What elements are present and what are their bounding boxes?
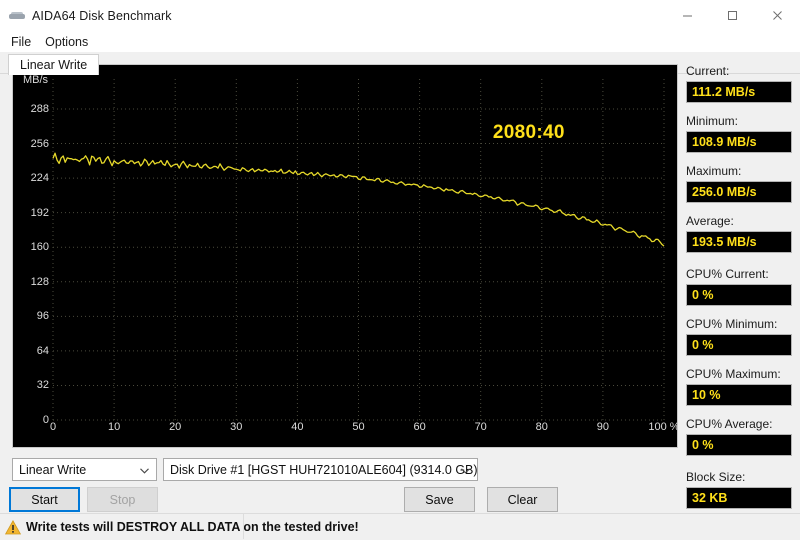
- menu-item-options[interactable]: Options: [42, 33, 95, 51]
- stat-label: CPU% Average:: [686, 417, 773, 431]
- chart-elapsed-timer: 2080:40: [492, 121, 565, 143]
- chart-x-tick: 30: [230, 421, 243, 433]
- stat-value: 10 %: [686, 384, 792, 406]
- window-title: AIDA64 Disk Benchmark: [32, 8, 172, 23]
- chart-x-tick: 0: [49, 421, 57, 433]
- warning-triangle-icon: [4, 519, 22, 535]
- stat-value: 0 %: [686, 434, 792, 456]
- disk-drive-icon: [9, 8, 25, 24]
- stat-label: CPU% Maximum:: [686, 367, 781, 381]
- chart-y-tick: 128: [30, 275, 49, 288]
- title-bar: AIDA64 Disk Benchmark: [0, 0, 800, 31]
- clear-button[interactable]: Clear: [487, 487, 558, 512]
- warning-status-bar: Write tests will DESTROY ALL DATA on the…: [0, 513, 800, 540]
- chart-x-tick: 70: [474, 421, 487, 433]
- chart-y-tick: 288: [30, 103, 49, 115]
- stat-label: CPU% Current:: [686, 267, 769, 281]
- minimize-icon[interactable]: [665, 0, 710, 31]
- stats-panel: Current: 111.2 MB/s Minimum: 108.9 MB/s Maxi…: [686, 64, 792, 520]
- save-button[interactable]: Save: [404, 487, 475, 512]
- chart-x-tick: 90: [596, 421, 610, 433]
- stat-value: 193.5 MB/s: [686, 231, 792, 253]
- stat-label: Average:: [686, 214, 734, 228]
- chart-x-tick: 40: [291, 421, 304, 433]
- stat-label: Block Size:: [686, 470, 746, 484]
- stat-block: Maximum: 256.0 MB/s: [686, 164, 792, 203]
- drive-value: Disk Drive #1 [HGST HUH721010ALE604] (93…: [170, 462, 478, 477]
- stat-block: CPU% Average: 0 %: [686, 417, 792, 456]
- test-mode-select[interactable]: Linear Write: [12, 458, 157, 481]
- chart-x-tick: 100 %: [648, 421, 678, 433]
- chart-y-tick: 224: [30, 172, 49, 185]
- stop-button: Stop: [87, 487, 158, 512]
- stat-block: Average: 193.5 MB/s: [686, 214, 792, 253]
- chart-y-tick: 64: [36, 344, 49, 357]
- stat-block: CPU% Minimum: 0 %: [686, 317, 792, 356]
- main-content: MB/s 0 32 64 96 128 160 192 224 256 288 0 10 20 30 40…: [0, 64, 800, 539]
- chart-y-tick: 192: [30, 206, 49, 219]
- stat-value: 111.2 MB/s: [686, 81, 792, 103]
- stat-value: 32 KB: [686, 487, 792, 509]
- chart-x-tick: 50: [352, 421, 365, 433]
- chart-x-tick: 10: [107, 421, 121, 433]
- chart-x-tick: 20: [169, 421, 182, 433]
- test-mode-value: Linear Write: [19, 462, 87, 477]
- tab-linear-write[interactable]: Linear Write: [8, 54, 100, 75]
- chevron-down-icon: [461, 463, 470, 477]
- stat-value: 256.0 MB/s: [686, 181, 792, 203]
- chart-y-tick: 0: [42, 414, 49, 426]
- stat-block: CPU% Current: 0 %: [686, 267, 792, 306]
- stat-label: Current:: [686, 64, 730, 78]
- status-bar-separator: [243, 514, 244, 539]
- chart-x-tick: 60: [413, 421, 426, 433]
- stat-block: Current: 111.2 MB/s: [686, 64, 792, 103]
- warning-message: Write tests will DESTROY ALL DATA on the…: [26, 520, 359, 534]
- menu-item-file[interactable]: File: [8, 33, 38, 51]
- maximize-icon[interactable]: [710, 0, 755, 31]
- stat-block: CPU% Maximum: 10 %: [686, 367, 792, 406]
- chevron-down-icon: [140, 463, 149, 477]
- stat-block: Block Size: 32 KB: [686, 470, 792, 509]
- window-controls: [665, 0, 800, 31]
- stat-label: Maximum:: [686, 164, 742, 178]
- stat-block: Minimum: 108.9 MB/s: [686, 114, 792, 153]
- stat-value: 0 %: [686, 284, 792, 306]
- chart-plot-area: [52, 79, 665, 421]
- drive-select[interactable]: Disk Drive #1 [HGST HUH721010ALE604] (93…: [163, 458, 478, 481]
- chart-x-tick: 80: [535, 421, 548, 433]
- chart-y-tick: 96: [36, 310, 49, 323]
- stat-value: 0 %: [686, 334, 792, 356]
- stat-label: CPU% Minimum:: [686, 317, 778, 331]
- stat-label: Minimum:: [686, 114, 739, 128]
- chart-y-tick: 160: [30, 241, 49, 254]
- chart-y-tick: 256: [30, 137, 49, 150]
- close-icon[interactable]: [755, 0, 800, 31]
- stat-value: 108.9 MB/s: [686, 131, 792, 153]
- benchmark-chart: MB/s 0 32 64 96 128 160 192 224 256 288 0 10 20 30 40…: [12, 64, 678, 448]
- menu-bar: File Options: [0, 31, 800, 52]
- start-button[interactable]: Start: [9, 487, 80, 512]
- chart-y-tick: 32: [36, 379, 49, 392]
